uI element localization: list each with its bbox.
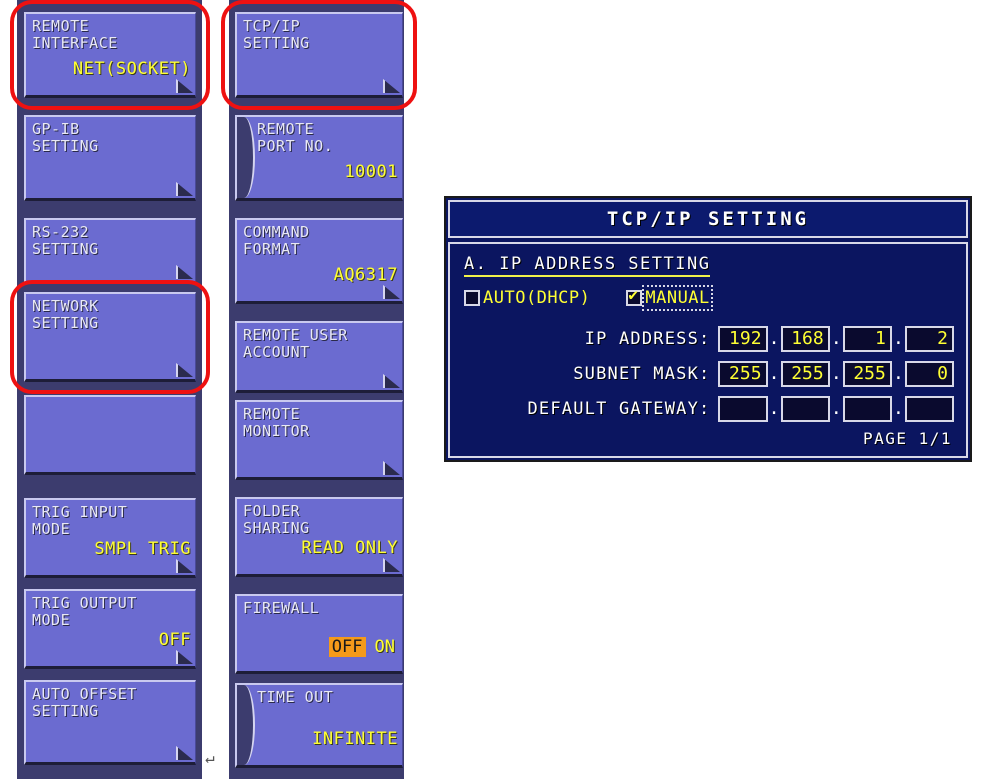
gateway-separator-1: . xyxy=(768,398,780,419)
softkey-label: FOLDER SHARING xyxy=(243,502,310,537)
submenu-corner-icon xyxy=(176,746,193,760)
softkey-rs-232-setting[interactable]: RS-232 SETTING xyxy=(24,218,196,284)
softkey-label: FIREWALL xyxy=(243,599,320,617)
softkey-label: COMMAND FORMAT xyxy=(243,223,310,258)
middle-softkey-column: TCP/IP SETTING REMOTE PORT NO. 10001 COMMAN… xyxy=(229,0,404,779)
default-gateway-octet-1[interactable] xyxy=(718,396,768,422)
softkey-value: READ ONLY xyxy=(301,538,398,558)
dialog-titlebar: TCP/IP SETTING xyxy=(448,200,968,238)
softkey-value: 10001 xyxy=(344,162,398,182)
softkey-label: GP-IB SETTING xyxy=(32,120,99,155)
cursor-glyph: ↵ xyxy=(205,748,215,767)
softkey-auto-offset-setting[interactable]: AUTO OFFSET SETTING xyxy=(24,680,196,765)
submenu-corner-icon xyxy=(383,461,400,475)
softkey-label: TRIG OUTPUT MODE xyxy=(32,594,137,629)
softkey-time-out[interactable]: TIME OUT INFINITE xyxy=(235,683,403,768)
scroll-notch-icon xyxy=(237,685,255,765)
auto-dhcp-label[interactable]: AUTO(DHCP) xyxy=(483,288,590,308)
annotation-highlight-box xyxy=(221,0,417,110)
softkey-gp-ib-setting[interactable]: GP-IB SETTING xyxy=(24,115,196,201)
softkey-label: RS-232 SETTING xyxy=(32,223,99,258)
ip-separator-1: . xyxy=(768,328,780,349)
softkey-value: OFF xyxy=(158,630,191,650)
section-title: A. IP ADDRESS SETTING xyxy=(464,254,711,277)
submenu-corner-icon xyxy=(176,650,193,664)
default-gateway-octet-2[interactable] xyxy=(780,396,830,422)
softkey-remote-port-no[interactable]: REMOTE PORT NO. 10001 xyxy=(235,115,403,201)
subnet-mask-label: SUBNET MASK: xyxy=(573,364,711,384)
softkey-value: SMPL TRIG xyxy=(94,539,191,559)
mask-separator-3: . xyxy=(892,363,904,384)
default-gateway-octet-4[interactable] xyxy=(904,396,955,422)
subnet-mask-octet-2[interactable]: 255 xyxy=(780,361,830,387)
softkey-label: REMOTE USER ACCOUNT xyxy=(243,326,348,361)
page-indicator: PAGE 1/1 xyxy=(862,429,952,448)
softkey-label: TRIG INPUT MODE xyxy=(32,503,128,538)
softkey-label: AUTO OFFSET SETTING xyxy=(32,685,137,720)
gateway-separator-3: . xyxy=(892,398,904,419)
dialog-body: A. IP ADDRESS SETTING AUTO(DHCP) MANUAL … xyxy=(448,242,968,458)
manual-label[interactable]: MANUAL xyxy=(642,285,713,311)
ip-address-octet-4[interactable]: 2 xyxy=(904,326,955,352)
annotation-highlight-box xyxy=(10,280,210,394)
softkey-command-format[interactable]: COMMAND FORMAT AQ6317 xyxy=(235,218,403,304)
submenu-corner-icon xyxy=(176,265,193,279)
mask-separator-2: . xyxy=(830,363,842,384)
default-gateway-octet-3[interactable] xyxy=(842,396,892,422)
ip-address-octet-2[interactable]: 168 xyxy=(780,326,830,352)
submenu-corner-icon xyxy=(383,285,400,299)
softkey-label: TIME OUT xyxy=(257,688,334,706)
subnet-mask-octet-3[interactable]: 255 xyxy=(842,361,892,387)
auto-dhcp-checkbox[interactable] xyxy=(464,290,480,306)
tcpip-setting-dialog: TCP/IP SETTING A. IP ADDRESS SETTING AUT… xyxy=(444,196,972,462)
softkey-remote-user-account[interactable]: REMOTE USER ACCOUNT xyxy=(235,321,403,393)
softkey-label: REMOTE PORT NO. xyxy=(257,120,334,155)
softkey-blank[interactable] xyxy=(24,395,196,475)
firewall-toggle[interactable]: OFF ON xyxy=(328,637,398,657)
ip-separator-2: . xyxy=(830,328,842,349)
manual-checkbox[interactable] xyxy=(626,287,643,306)
ip-address-octet-3[interactable]: 1 xyxy=(842,326,892,352)
softkey-value: AQ6317 xyxy=(333,265,398,285)
default-gateway-row: DEFAULT GATEWAY: . . . xyxy=(464,396,955,422)
softkey-folder-sharing[interactable]: FOLDER SHARING READ ONLY xyxy=(235,497,403,577)
scroll-notch-icon xyxy=(237,117,255,198)
ip-separator-3: . xyxy=(892,328,904,349)
submenu-corner-icon xyxy=(383,558,400,572)
softkey-label: REMOTE MONITOR xyxy=(243,405,310,440)
dialog-title: TCP/IP SETTING xyxy=(606,208,810,230)
submenu-corner-icon xyxy=(383,374,400,388)
subnet-mask-octet-1[interactable]: 255 xyxy=(718,361,768,387)
softkey-trig-input-mode[interactable]: TRIG INPUT MODE SMPL TRIG xyxy=(24,498,196,578)
annotation-highlight-box xyxy=(10,0,210,110)
ip-mode-row: AUTO(DHCP) MANUAL xyxy=(464,285,713,311)
subnet-mask-row: SUBNET MASK: 255 . 255 . 255 . 0 xyxy=(464,361,955,387)
firewall-option-off[interactable]: OFF xyxy=(328,637,366,657)
default-gateway-label: DEFAULT GATEWAY: xyxy=(527,399,711,419)
firewall-option-on[interactable]: ON xyxy=(372,637,398,657)
submenu-corner-icon xyxy=(176,182,193,196)
ip-address-label: IP ADDRESS: xyxy=(584,329,711,349)
mask-separator-1: . xyxy=(768,363,780,384)
subnet-mask-octet-4[interactable]: 0 xyxy=(904,361,955,387)
softkey-remote-monitor[interactable]: REMOTE MONITOR xyxy=(235,400,403,480)
ip-address-row: IP ADDRESS: 192 . 168 . 1 . 2 xyxy=(464,326,955,352)
softkey-value: INFINITE xyxy=(312,729,398,749)
ip-address-octet-1[interactable]: 192 xyxy=(718,326,768,352)
submenu-corner-icon xyxy=(176,559,193,573)
softkey-firewall[interactable]: FIREWALL OFF ON xyxy=(235,594,403,674)
gateway-separator-2: . xyxy=(830,398,842,419)
softkey-trig-output-mode[interactable]: TRIG OUTPUT MODE OFF xyxy=(24,589,196,669)
manual-option-group: MANUAL xyxy=(626,285,713,311)
